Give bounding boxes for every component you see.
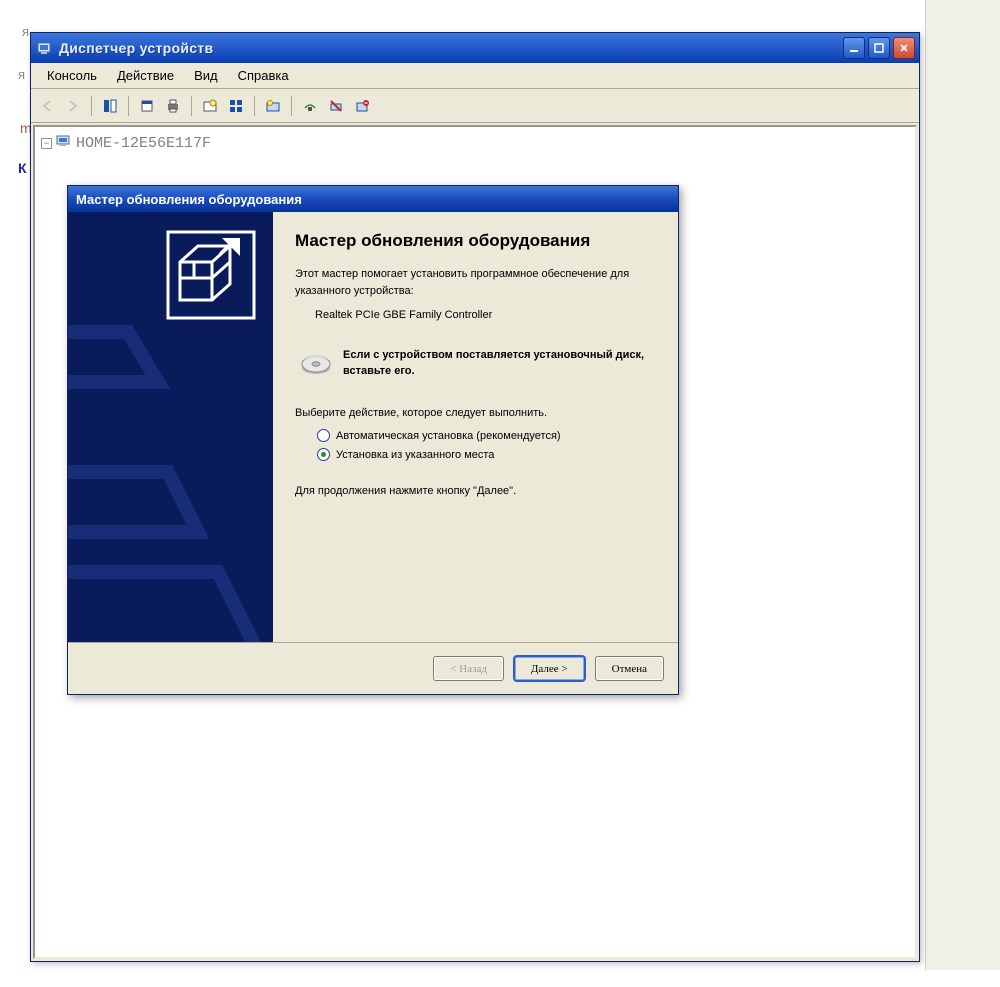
dialog-titlebar[interactable]: Мастер обновления оборудования — [68, 186, 678, 212]
wizard-continue-text: Для продолжения нажмите кнопку "Далее". — [295, 483, 650, 500]
menu-action[interactable]: Действие — [107, 66, 184, 85]
separator — [291, 96, 292, 116]
wizard-device-name: Realtek PCIe GBE Family Controller — [295, 307, 650, 324]
wizard-cd-hint: Если с устройством поставляется установо… — [343, 348, 650, 380]
toolbar-update-driver-button[interactable] — [298, 94, 322, 118]
menu-view[interactable]: Вид — [184, 66, 228, 85]
option-auto-label: Автоматическая установка (рекомендуется) — [336, 430, 561, 442]
toolbar-show-hide-button[interactable] — [98, 94, 122, 118]
stray-text: К — [18, 160, 27, 176]
stray-text: я — [18, 67, 25, 82]
toolbar-refresh-button[interactable] — [261, 94, 285, 118]
tree-collapse-icon[interactable]: − — [41, 138, 52, 149]
computer-icon — [56, 133, 72, 154]
cancel-button[interactable]: Отмена — [595, 656, 664, 681]
separator — [91, 96, 92, 116]
wizard-intro-text: Этот мастер помогает установить программ… — [295, 266, 650, 299]
option-manual-label: Установка из указанного места — [336, 449, 494, 461]
menu-console[interactable]: Консоль — [37, 66, 107, 85]
toolbar-scan-button[interactable] — [198, 94, 222, 118]
menu-help[interactable]: Справка — [228, 66, 299, 85]
window-titlebar[interactable]: Диспетчер устройств — [31, 33, 919, 63]
app-icon — [37, 40, 53, 56]
wizard-button-bar: < Назад Далее > Отмена — [68, 642, 678, 694]
stray-text: я — [22, 24, 29, 39]
maximize-button[interactable] — [868, 37, 890, 59]
back-button: < Назад — [433, 656, 504, 681]
separator — [254, 96, 255, 116]
radio-icon[interactable] — [317, 429, 330, 442]
next-button[interactable]: Далее > — [514, 656, 585, 681]
wizard-heading: Мастер обновления оборудования — [295, 230, 650, 252]
option-auto-install[interactable]: Автоматическая установка (рекомендуется) — [317, 429, 650, 442]
cd-icon — [299, 346, 333, 383]
nav-forward-button — [61, 94, 85, 118]
toolbar — [31, 89, 919, 123]
tree-root-label[interactable]: HOME-12E56E117F — [76, 135, 211, 152]
hardware-update-wizard-dialog: Мастер обновления оборудования — [67, 185, 679, 695]
dialog-title: Мастер обновления оборудования — [76, 192, 302, 207]
toolbar-disable-button[interactable] — [324, 94, 348, 118]
menu-bar: Консоль Действие Вид Справка — [31, 63, 919, 89]
minimize-button[interactable] — [843, 37, 865, 59]
separator — [128, 96, 129, 116]
option-manual-install[interactable]: Установка из указанного места — [317, 448, 650, 461]
window-title: Диспетчер устройств — [59, 40, 840, 56]
wizard-options-group: Автоматическая установка (рекомендуется)… — [317, 429, 650, 461]
wizard-choose-text: Выберите действие, которое следует выпол… — [295, 405, 650, 422]
background-panel — [925, 0, 1000, 970]
wizard-content: Мастер обновления оборудования Этот маст… — [273, 212, 678, 642]
radio-icon[interactable] — [317, 448, 330, 461]
toolbar-uninstall-button[interactable] — [350, 94, 374, 118]
toolbar-view-button[interactable] — [224, 94, 248, 118]
nav-back-button — [35, 94, 59, 118]
wizard-sidebar-image — [68, 212, 273, 642]
toolbar-print-button[interactable] — [161, 94, 185, 118]
close-button[interactable] — [893, 37, 915, 59]
separator — [191, 96, 192, 116]
toolbar-properties-button[interactable] — [135, 94, 159, 118]
